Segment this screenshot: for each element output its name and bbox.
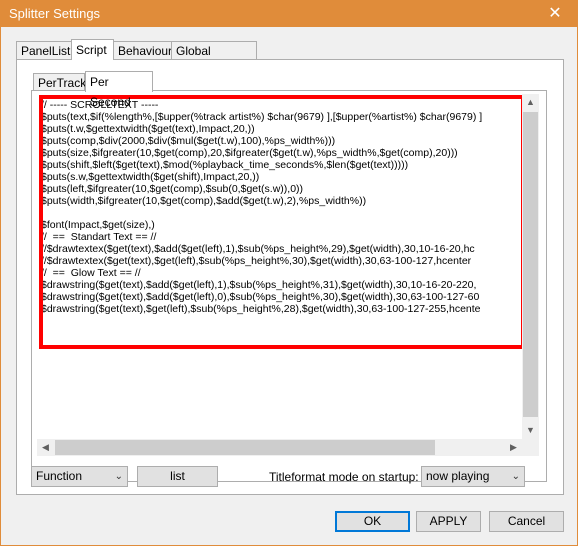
horizontal-scroll-thumb[interactable] — [55, 440, 435, 455]
function-select-value: Function — [36, 469, 83, 483]
script-line: $puts(s.w,$gettextwidth($get(shift),Impa… — [41, 171, 260, 183]
tab-pertrack[interactable]: PerTrack — [33, 73, 86, 91]
script-line: $puts(comp,$div(2000,$div($mul($get(t.w)… — [41, 135, 336, 147]
scroll-left-icon[interactable]: ◀ — [37, 439, 54, 456]
script-line: $puts(width,$ifgreater(10,$get(comp),$ad… — [41, 195, 367, 207]
cancel-button[interactable]: Cancel — [489, 511, 564, 532]
script-line: //$drawtextex($get(text),$get(left),$sub… — [41, 255, 472, 267]
script-line: $drawstring($get(text),$get(left),$sub(%… — [41, 303, 481, 315]
chevron-down-icon: ⌄ — [511, 471, 520, 482]
per-second-panel: // ----- SCROLLTEXT -----$puts(text,$if(… — [31, 90, 547, 482]
tab-panellist[interactable]: PanelList — [16, 41, 72, 59]
title-bar: Splitter Settings ✕ — [1, 1, 577, 27]
script-line: $puts(left,$ifgreater(10,$get(comp),$sub… — [41, 183, 304, 195]
tab-script[interactable]: Script — [71, 39, 114, 60]
script-line: $puts(t.w,$gettextwidth($get(text),Impac… — [41, 123, 255, 135]
scroll-up-icon[interactable]: ▲ — [522, 94, 539, 111]
script-line: //$drawtextex($get(text),$add($get(left)… — [41, 243, 475, 255]
script-line: $drawstring($get(text),$add($get(left),1… — [41, 279, 477, 291]
scroll-right-icon[interactable]: ▶ — [505, 439, 522, 456]
apply-button[interactable]: APPLY — [416, 511, 481, 532]
vertical-scrollbar[interactable]: ▲ ▼ — [522, 94, 539, 439]
close-icon[interactable]: ✕ — [533, 1, 577, 27]
tab-per-second[interactable]: Per Second — [85, 71, 153, 109]
function-select[interactable]: Function ⌄ — [31, 466, 128, 487]
titleformat-label: Titleformat mode on startup: — [269, 470, 419, 484]
chevron-down-icon: ⌄ — [114, 471, 123, 482]
script-line: $font(Impact,$get(size),) — [41, 219, 155, 231]
scroll-down-icon[interactable]: ▼ — [522, 422, 539, 439]
script-line: $puts(shift,$left($get(text),$mod(%playb… — [41, 159, 409, 171]
script-line: $puts(size,$ifgreater(10,$get(comp),20,$… — [41, 147, 458, 159]
script-tab-panel: PerTrack Per Second // ----- SCROLLTEXT … — [16, 59, 564, 495]
scrollbar-corner — [522, 439, 539, 456]
titleformat-mode-value: now playing — [426, 469, 490, 483]
tab-behaviour[interactable]: Behaviour — [113, 41, 172, 59]
tab-global-variables[interactable]: Global variables — [171, 41, 257, 76]
script-line: $puts(text,$if(%length%,[$upper(%track a… — [41, 111, 483, 123]
script-editor-text[interactable]: // ----- SCROLLTEXT -----$puts(text,$if(… — [41, 99, 517, 439]
horizontal-scrollbar[interactable]: ◀ ▶ — [37, 439, 522, 456]
titleformat-mode-select[interactable]: now playing ⌄ — [421, 466, 525, 487]
script-line: $drawstring($get(text),$add($get(left),0… — [41, 291, 480, 303]
vertical-scroll-thumb[interactable] — [523, 112, 538, 417]
ok-button[interactable]: OK — [335, 511, 410, 532]
list-button[interactable]: list — [137, 466, 218, 487]
splitter-settings-window: Splitter Settings ✕ PanelList Script Beh… — [0, 0, 578, 546]
script-editor[interactable]: // ----- SCROLLTEXT -----$puts(text,$if(… — [37, 94, 539, 456]
script-line — [41, 207, 517, 219]
window-title: Splitter Settings — [9, 6, 101, 21]
script-line: // == Standart Text == // — [41, 231, 157, 243]
script-line: // == Glow Text == // — [41, 267, 141, 279]
